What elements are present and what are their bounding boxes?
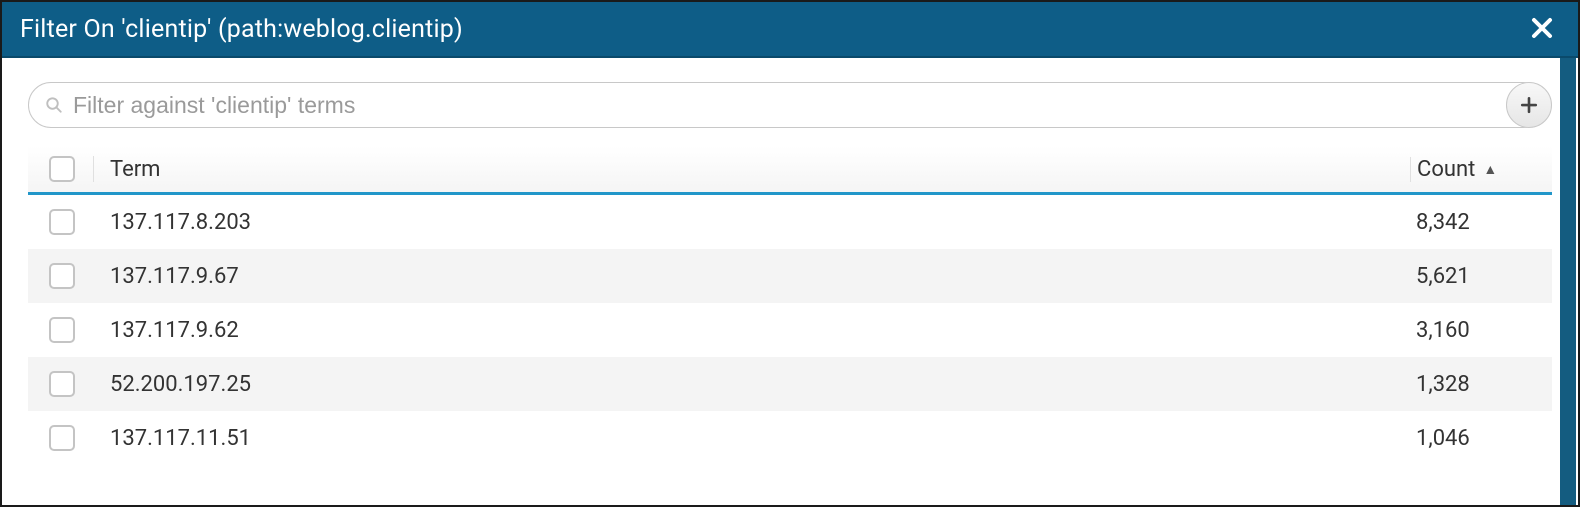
column-header-term[interactable]: Term	[94, 157, 1410, 182]
select-all-cell	[40, 156, 94, 182]
row-term: 52.200.197.25	[94, 372, 1410, 397]
row-checkbox[interactable]	[49, 425, 75, 451]
select-all-checkbox[interactable]	[49, 156, 75, 182]
row-check-cell	[40, 425, 94, 451]
row-count: 8,342	[1410, 210, 1540, 235]
search-row	[28, 82, 1552, 128]
table-row[interactable]: 137.117.8.2038,342	[28, 195, 1552, 249]
search-box	[28, 82, 1546, 128]
row-term: 137.117.8.203	[94, 210, 1410, 235]
close-icon[interactable]	[1524, 12, 1560, 46]
search-icon	[45, 96, 63, 114]
column-header-count[interactable]: Count ▲	[1410, 157, 1540, 182]
row-check-cell	[40, 371, 94, 397]
row-term: 137.117.9.67	[94, 264, 1410, 289]
count-header-label: Count	[1417, 157, 1475, 182]
table-row[interactable]: 52.200.197.251,328	[28, 357, 1552, 411]
dialog-title: Filter On 'clientip' (path:weblog.client…	[20, 15, 463, 44]
row-check-cell	[40, 209, 94, 235]
table-row[interactable]: 137.117.9.675,621	[28, 249, 1552, 303]
table-row[interactable]: 137.117.11.511,046	[28, 411, 1552, 465]
row-term: 137.117.11.51	[94, 426, 1410, 451]
row-term: 137.117.9.62	[94, 318, 1410, 343]
scrollbar[interactable]	[1560, 58, 1576, 505]
add-button[interactable]	[1506, 82, 1552, 128]
filter-dialog: Filter On 'clientip' (path:weblog.client…	[0, 0, 1580, 507]
table-body: 137.117.8.2038,342137.117.9.675,621137.1…	[28, 195, 1552, 465]
terms-table: Term Count ▲ 137.117.8.2038,342137.117.9…	[28, 146, 1552, 505]
row-check-cell	[40, 317, 94, 343]
dialog-body: Term Count ▲ 137.117.8.2038,342137.117.9…	[2, 58, 1578, 505]
row-checkbox[interactable]	[49, 371, 75, 397]
search-input[interactable]	[73, 92, 1529, 119]
sort-asc-icon: ▲	[1483, 161, 1497, 178]
row-count: 5,621	[1410, 264, 1540, 289]
table-header: Term Count ▲	[28, 146, 1552, 195]
row-checkbox[interactable]	[49, 263, 75, 289]
row-count: 1,328	[1410, 372, 1540, 397]
row-count: 3,160	[1410, 318, 1540, 343]
table-row[interactable]: 137.117.9.623,160	[28, 303, 1552, 357]
row-count: 1,046	[1410, 426, 1540, 451]
row-check-cell	[40, 263, 94, 289]
row-checkbox[interactable]	[49, 209, 75, 235]
row-checkbox[interactable]	[49, 317, 75, 343]
dialog-header: Filter On 'clientip' (path:weblog.client…	[2, 2, 1578, 58]
scrollbar-thumb[interactable]	[1560, 58, 1576, 505]
